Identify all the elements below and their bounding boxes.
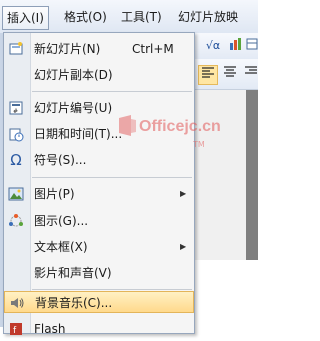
formula-button[interactable]: √α <box>202 37 224 55</box>
editor-background <box>186 90 258 260</box>
menu-item-diagram[interactable]: 图示(G)... <box>4 210 194 232</box>
menu-bar: 插入(I) 格式(O) 工具(T) 幻灯片放映(D) <box>0 0 258 46</box>
slide-editor <box>186 90 258 327</box>
menu-item-movie-sound[interactable]: 影片和声音(V) <box>4 262 194 284</box>
menu-item-symbol[interactable]: Ω 符号(S)... <box>4 149 194 171</box>
date-time-icon <box>8 126 24 142</box>
menu-item-shortcut: Ctrl+M <box>132 42 174 56</box>
menu-slideshow[interactable]: 幻灯片放映(D) <box>174 6 258 46</box>
chart-icon[interactable] <box>228 37 244 55</box>
picture-icon <box>8 186 24 202</box>
menu-item-label: 日期和时间(T)... <box>34 127 123 141</box>
new-slide-icon <box>8 41 24 57</box>
menu-item-new-slide[interactable]: 新幻灯片(N) Ctrl+M <box>4 38 194 60</box>
submenu-arrow-icon: ▶ <box>180 189 187 198</box>
editor-scrollbar[interactable] <box>246 90 258 260</box>
menu-separator <box>32 289 192 290</box>
menu-item-label: 图片(P) <box>34 187 75 201</box>
menu-item-label: 幻灯片副本(D) <box>34 68 113 82</box>
menu-item-duplicate-slide[interactable]: 幻灯片副本(D) <box>4 64 194 86</box>
menu-insert[interactable]: 插入(I) <box>2 6 49 30</box>
align-left-icon[interactable] <box>198 65 218 85</box>
menu-item-picture[interactable]: 图片(P) ▶ <box>4 183 194 205</box>
omega-icon: Ω <box>10 151 22 169</box>
menu-item-label: 文本框(X) <box>34 240 88 254</box>
menu-item-label: 新幻灯片(N) <box>34 42 101 56</box>
menu-item-flash[interactable]: f Flash <box>4 318 194 340</box>
insert-menu-dropdown: 新幻灯片(N) Ctrl+M 幻灯片副本(D) # 幻灯片编号(U) 日期和时间… <box>3 32 195 336</box>
sound-icon <box>9 295 25 311</box>
menu-item-label: 幻灯片编号(U) <box>34 101 113 115</box>
menu-separator <box>32 91 192 92</box>
flash-icon: f <box>8 321 24 337</box>
menu-item-label: 图示(G)... <box>34 214 89 228</box>
svg-text:#: # <box>13 108 18 115</box>
toolbar-row-1: √α <box>186 33 258 59</box>
menu-item-textbox[interactable]: 文本框(X) ▶ <box>4 236 194 258</box>
menu-item-label: 背景音乐(C)... <box>35 296 113 310</box>
menu-item-slide-number[interactable]: # 幻灯片编号(U) <box>4 97 194 119</box>
menu-format[interactable]: 格式(O) <box>60 6 111 28</box>
menu-item-label: Flash <box>34 322 66 336</box>
menu-separator <box>32 177 192 178</box>
slide-number-icon: # <box>8 100 24 116</box>
diagram-icon <box>8 213 24 229</box>
toolbar-row-2 <box>186 59 258 90</box>
menu-item-label: 符号(S)... <box>34 153 87 167</box>
table-icon[interactable] <box>246 37 258 55</box>
align-center-icon[interactable] <box>222 65 238 83</box>
menu-item-background-music[interactable]: 背景音乐(C)... <box>4 291 194 313</box>
menu-item-date-time[interactable]: 日期和时间(T)... <box>4 123 194 145</box>
align-right-icon[interactable] <box>244 65 258 83</box>
submenu-arrow-icon: ▶ <box>180 242 187 251</box>
menu-tools[interactable]: 工具(T) <box>117 6 166 28</box>
menu-item-label: 影片和声音(V) <box>34 266 112 280</box>
